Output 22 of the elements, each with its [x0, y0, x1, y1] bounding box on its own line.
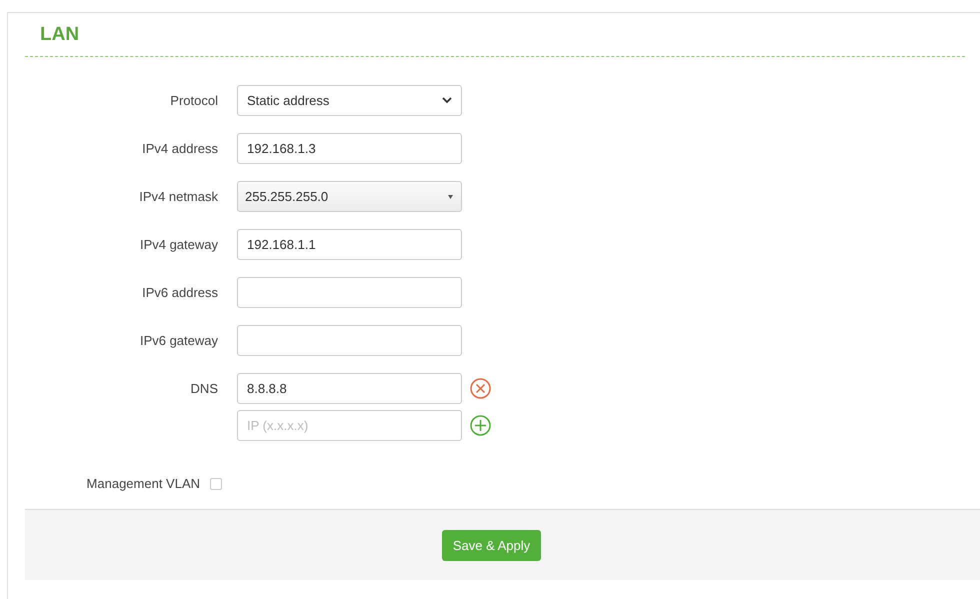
field-label: IPv4 address: [142, 140, 218, 158]
field-label: IPv6 address: [142, 284, 218, 302]
add-icon[interactable]: [470, 415, 491, 436]
remove-icon[interactable]: [470, 378, 491, 399]
input-field[interactable]: 192.168.1.1: [237, 229, 462, 260]
field-label: IPv4 netmask: [139, 188, 218, 206]
input-field[interactable]: [237, 277, 462, 308]
netmask-dropdown[interactable]: 255.255.255.0: [237, 181, 462, 212]
input-field[interactable]: [237, 325, 462, 356]
input-field[interactable]: 192.168.1.3: [237, 133, 462, 164]
field-label: DNS: [190, 380, 218, 398]
input-field[interactable]: IP (x.x.x.x): [237, 410, 462, 441]
input-field[interactable]: 8.8.8.8: [237, 373, 462, 404]
field-label: IPv4 gateway: [140, 236, 218, 254]
protocol-dropdown[interactable]: Static address: [237, 85, 462, 116]
checkbox[interactable]: [210, 478, 222, 490]
field-label: Protocol: [170, 92, 218, 110]
section-title: LAN: [40, 24, 80, 46]
field-label: Management VLAN: [86, 475, 200, 493]
field-label: IPv6 gateway: [140, 332, 218, 350]
caret-icon: [448, 194, 453, 198]
chevron-icon: [442, 97, 452, 104]
